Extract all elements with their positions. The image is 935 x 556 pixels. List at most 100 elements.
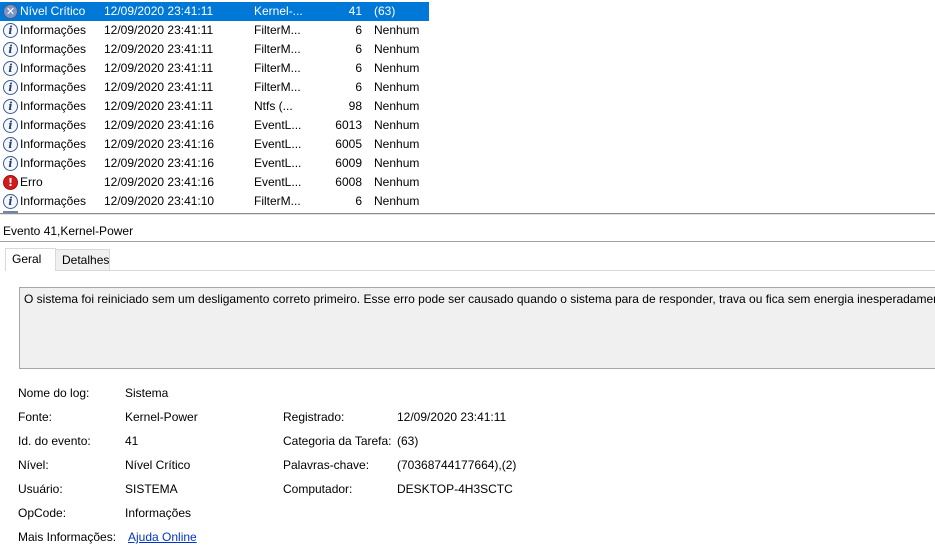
- event-row[interactable]: i Informações 12/09/2020 23:41:16 EventL...…: [0, 135, 429, 154]
- event-task: Nenhum: [374, 137, 420, 151]
- event-level: Informações: [20, 42, 87, 56]
- info-icon: i: [3, 99, 18, 114]
- event-source: EventL...: [254, 156, 302, 170]
- logged-label: Registrado:: [283, 410, 345, 424]
- info-icon: i: [3, 118, 18, 133]
- error-icon: !: [3, 175, 18, 190]
- keywords-label: Palavras-chave:: [283, 458, 370, 472]
- log-name-value: Sistema: [125, 386, 169, 400]
- log-name-label: Nome do log:: [18, 386, 90, 400]
- event-level: Informações: [20, 194, 87, 208]
- event-title: Evento 41,Kernel-Power: [3, 224, 134, 238]
- event-row[interactable]: i Informações 12/09/2020 23:41:11 FilterM..…: [0, 78, 429, 97]
- info-icon: i: [3, 80, 18, 95]
- tab-panel-border: [5, 270, 935, 271]
- pane-splitter-highlight: [0, 214, 935, 215]
- description-text: O sistema foi reiniciado sem um desligam…: [24, 292, 935, 306]
- event-row[interactable]: i Informações 12/09/2020 23:41:11 FilterM..…: [0, 40, 429, 59]
- event-source: FilterM...: [254, 61, 301, 75]
- event-date: 12/09/2020 23:41:16: [104, 118, 215, 132]
- opcode-label: OpCode:: [18, 506, 67, 520]
- event-source: EventL...: [254, 175, 302, 189]
- event-date: 12/09/2020 23:41:11: [104, 80, 214, 94]
- event-row[interactable]: ✕ Nível Crítico 12/09/2020 23:41:11 Kernel-…: [0, 2, 429, 21]
- event-task: (63): [374, 4, 396, 18]
- event-date: 12/09/2020 23:41:11: [104, 42, 214, 56]
- event-level: Informações: [20, 61, 87, 75]
- event-id: 6009: [335, 156, 362, 170]
- tab-general[interactable]: Geral: [5, 248, 56, 271]
- event-task: Nenhum: [374, 175, 420, 189]
- critical-icon: ✕: [3, 4, 18, 19]
- info-icon: i: [3, 23, 18, 38]
- event-row[interactable]: i Informações 12/09/2020 23:41:16 EventL...…: [0, 116, 429, 135]
- event-source: EventL...: [254, 137, 302, 151]
- event-level: Informações: [20, 137, 87, 151]
- event-id: 6008: [335, 175, 362, 189]
- info-icon: i: [3, 194, 18, 209]
- event-id: 6: [355, 194, 362, 208]
- source-label: Fonte:: [18, 410, 53, 424]
- info-icon: i: [3, 156, 18, 171]
- event-date: 12/09/2020 23:41:16: [104, 175, 215, 189]
- description-box[interactable]: O sistema foi reiniciado sem um desligam…: [19, 287, 935, 369]
- event-id: 6005: [335, 137, 362, 151]
- more-info-label: Mais Informações:: [18, 530, 117, 544]
- tab-details[interactable]: Detalhes: [56, 249, 110, 270]
- events-list[interactable]: ✕ Nível Crítico 12/09/2020 23:41:11 Kernel-…: [0, 0, 935, 213]
- event-id: 6013: [335, 118, 362, 132]
- event-level: Informações: [20, 23, 87, 37]
- event-row[interactable]: i Informações 12/09/2020 23:41:11 FilterM..…: [0, 59, 429, 78]
- event-source: FilterM...: [254, 80, 301, 94]
- event-source: FilterM...: [254, 194, 301, 208]
- event-row[interactable]: i Informações 12/09/2020 23:41:16 EventL...…: [0, 154, 429, 173]
- event-date: 12/09/2020 23:41:11: [104, 61, 214, 75]
- event-task: Nenhum: [374, 194, 420, 208]
- event-id: 6: [355, 80, 362, 94]
- event-row[interactable]: i Informações 12/09/2020 23:41:11 FilterM..…: [0, 21, 429, 40]
- event-task: Nenhum: [374, 156, 420, 170]
- level-value: Nível Crítico: [125, 458, 191, 472]
- event-date: 12/09/2020 23:41:11: [104, 4, 214, 18]
- event-date: 12/09/2020 23:41:10: [104, 194, 215, 208]
- opcode-value: Informações: [125, 506, 192, 520]
- event-date: 12/09/2020 23:41:11: [104, 99, 214, 113]
- logged-value: 12/09/2020 23:41:11: [397, 410, 507, 424]
- level-label: Nível:: [18, 458, 49, 472]
- event-source: Kernel-...: [254, 4, 303, 18]
- computer-value: DESKTOP-4H3SCTC: [397, 482, 513, 496]
- user-value: SISTEMA: [125, 482, 178, 496]
- event-task: Nenhum: [374, 99, 420, 113]
- event-level: Informações: [20, 99, 87, 113]
- event-row[interactable]: i Informações 12/09/2020 23:41:11 Ntfs (...…: [0, 97, 429, 116]
- event-level: Informações: [20, 80, 87, 94]
- event-level: Informações: [20, 156, 87, 170]
- computer-label: Computador:: [283, 482, 353, 496]
- event-date: 12/09/2020 23:41:16: [104, 137, 215, 151]
- event-id-value: 41: [125, 434, 139, 448]
- event-date: 12/09/2020 23:41:16: [104, 156, 215, 170]
- task-category-value: (63): [397, 434, 419, 448]
- event-id: 6: [355, 23, 362, 37]
- event-row[interactable]: ! Erro 12/09/2020 23:41:16 EventL... 6008 Nen…: [0, 173, 429, 192]
- task-category-label: Categoria da Tarefa:: [283, 434, 392, 448]
- event-task: Nenhum: [374, 118, 420, 132]
- info-icon: i: [3, 42, 18, 57]
- event-row[interactable]: i Informações 12/09/2020 23:41:10 FilterM..…: [0, 192, 429, 211]
- event-task: Nenhum: [374, 23, 420, 37]
- event-task: Nenhum: [374, 42, 420, 56]
- event-id: 6: [355, 61, 362, 75]
- title-divider: [0, 241, 935, 242]
- user-label: Usuário:: [18, 482, 63, 496]
- info-icon: i: [3, 61, 18, 76]
- info-icon: i: [3, 137, 18, 152]
- keywords-value: (70368744177664),(2): [397, 458, 517, 472]
- event-id-label: Id. do evento:: [18, 434, 91, 448]
- source-value: Kernel-Power: [125, 410, 198, 424]
- event-id: 41: [348, 4, 362, 18]
- event-level: Nível Crítico: [20, 4, 86, 18]
- online-help-link[interactable]: Ajuda Online: [128, 530, 197, 544]
- event-level: Erro: [20, 175, 43, 189]
- event-id: 98: [348, 99, 362, 113]
- event-source: FilterM...: [254, 23, 301, 37]
